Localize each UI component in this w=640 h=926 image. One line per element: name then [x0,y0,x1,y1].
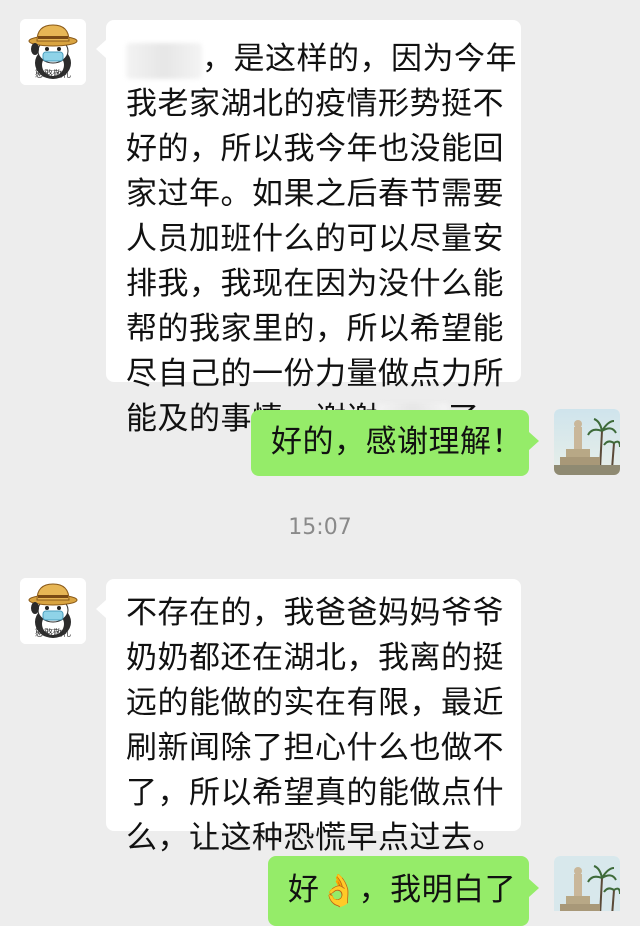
chat-timestamp: 15:07 [288,515,352,540]
message-line: 人员加班什么的可以尽量安 [126,221,504,257]
message-line: 了，所以希望真的能做点什 [126,775,504,811]
avatar-caption: 憨憨敬礼 [34,629,71,639]
message-line: 尽自己的一份力量做点力所 [126,356,504,392]
bubble-tail [96,40,106,58]
bubble-tail [96,600,106,618]
sender-avatar[interactable]: 憨憨敬礼 [20,19,86,85]
message-line: 么，让这种恐慌早点过去。 [126,820,504,856]
message-bubble-incoming[interactable]: 不存在的，我爸爸妈妈爷爷 奶奶都还在湖北，我离的挺 远的能做的实在有限，最近 刷… [106,579,521,856]
message-line: 远的能做的实在有限，最近 [126,685,504,721]
bubble-tail [529,432,539,450]
message-line: 家过年。如果之后春节需要 [126,176,504,212]
message-line: 不存在的，我爸爸妈妈爷爷 [126,595,504,631]
user-avatar[interactable] [554,409,620,475]
message-text: 好👌，我明白了 [288,868,529,914]
redacted-name [126,42,202,79]
ok-hand-emoji-icon: 👌 [319,873,359,909]
message-line: 我老家湖北的疫情形势挺不 [126,86,504,122]
avatar-caption: 憨憨敬礼 [34,70,71,80]
bubble-tail [529,879,539,897]
message-line: 排我，我现在因为没什么能 [126,266,504,302]
message-line: 奶奶都还在湖北，我离的挺 [126,640,504,676]
monument-photo-icon [554,856,620,911]
message-bubble-outgoing[interactable]: 好👌，我明白了 [268,856,529,926]
message-text: 好的，感谢理解！ [271,424,523,460]
message-bubble-outgoing[interactable]: 好的，感谢理解！ [251,410,529,476]
message-line: 刷新闻除了担心什么也做不 [126,730,504,766]
monument-photo-icon [554,409,620,475]
message-bubble-incoming[interactable]: ，是这样的，因为今年 我老家湖北的疫情形势挺不 好的，所以我今年也没能回 家过年… [106,20,521,439]
message-line: ，是这样的，因为今年 [126,37,517,82]
message-line: 好的，所以我今年也没能回 [126,131,504,167]
message-line: 帮的我家里的，所以希望能 [126,311,504,347]
sender-avatar[interactable]: 憨憨敬礼 [20,578,86,644]
user-avatar[interactable] [554,856,620,911]
